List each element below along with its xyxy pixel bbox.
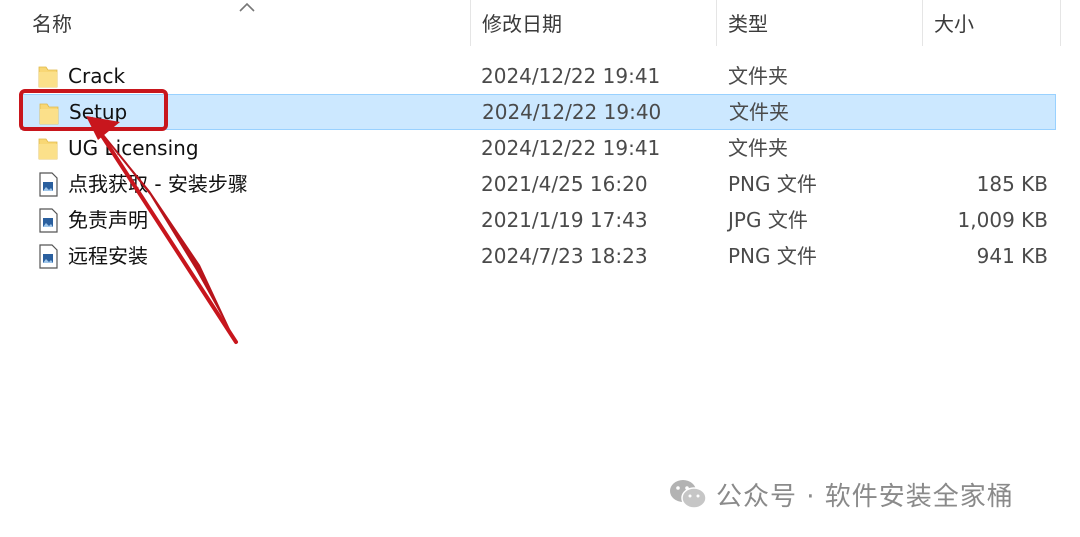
file-date: 2021/4/25 16:20 — [481, 172, 648, 196]
file-date: 2024/12/22 19:41 — [481, 64, 661, 88]
file-name: 免责声明 — [68, 208, 148, 232]
watermark: 公众号 · 软件安装全家桶 — [668, 472, 1014, 516]
file-type: 文件夹 — [728, 64, 788, 88]
column-header-size[interactable]: 大小 — [922, 0, 1060, 46]
file-type: PNG 文件 — [728, 172, 817, 196]
folder-icon — [38, 66, 58, 88]
file-size: 185 KB — [976, 172, 1048, 196]
column-header-type[interactable]: 类型 — [716, 0, 922, 46]
column-header-date[interactable]: 修改日期 — [470, 0, 716, 46]
file-row-selected[interactable]: Setup 2024/12/22 19:40 文件夹 — [20, 94, 1056, 130]
annotation-highlight-box — [19, 89, 168, 131]
file-type: PNG 文件 — [728, 244, 817, 268]
file-date: 2021/1/19 17:43 — [481, 208, 648, 232]
file-date: 2024/12/22 19:41 — [481, 136, 661, 160]
file-name: 点我获取 - 安装步骤 — [68, 172, 248, 196]
image-file-icon — [39, 244, 58, 269]
image-file-icon — [39, 172, 58, 197]
file-name: 远程安装 — [68, 244, 148, 268]
file-size: 941 KB — [976, 244, 1048, 268]
file-row[interactable]: 免责声明 2021/1/19 17:43 JPG 文件 1,009 KB — [20, 202, 1056, 238]
wechat-icon — [670, 480, 707, 509]
file-row[interactable]: UG Licensing 2024/12/22 19:41 文件夹 — [20, 130, 1056, 166]
file-date: 2024/7/23 18:23 — [481, 244, 648, 268]
file-size: 1,009 KB — [957, 208, 1048, 232]
column-header-bar: 名称 修改日期 类型 大小 — [0, 0, 1080, 46]
file-date: 2024/12/22 19:40 — [482, 100, 662, 124]
file-type: 文件夹 — [728, 136, 788, 160]
file-row[interactable]: 远程安装 2024/7/23 18:23 PNG 文件 941 KB — [20, 238, 1056, 274]
folder-icon — [38, 138, 58, 160]
column-header-name[interactable]: 名称 — [20, 0, 470, 46]
file-type: JPG 文件 — [728, 208, 808, 232]
file-name: UG Licensing — [68, 136, 199, 160]
file-row[interactable]: Crack 2024/12/22 19:41 文件夹 — [20, 58, 1056, 94]
column-divider[interactable] — [1060, 0, 1061, 46]
watermark-text: 公众号 · 软件安装全家桶 — [716, 481, 1014, 512]
file-type: 文件夹 — [729, 100, 789, 124]
file-row[interactable]: 点我获取 - 安装步骤 2021/4/25 16:20 PNG 文件 185 K… — [20, 166, 1056, 202]
image-file-icon — [39, 208, 58, 233]
